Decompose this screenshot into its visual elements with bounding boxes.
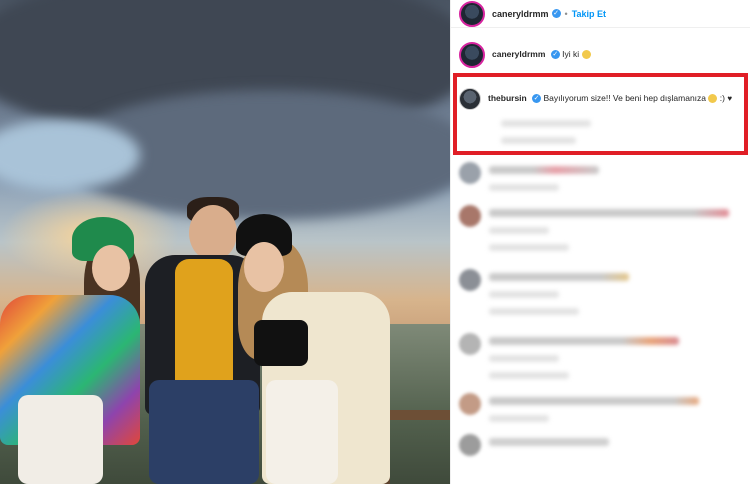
highlight-box	[453, 73, 748, 155]
blurred-avatar	[459, 434, 481, 456]
blurred-comment	[451, 162, 750, 191]
verified-badge-icon: ✓	[550, 50, 560, 60]
smile-emoji-icon	[581, 50, 591, 60]
caption-row: caneryldrmm ✓ Iyi ki	[451, 42, 750, 68]
blurred-line	[489, 227, 549, 234]
caption-text: caneryldrmm ✓ Iyi ki	[492, 48, 591, 60]
blurred-line	[489, 308, 579, 315]
person-right-face	[244, 242, 284, 292]
person-left-pants	[18, 395, 103, 484]
blurred-comment	[451, 393, 750, 422]
post-photo[interactable]	[0, 0, 450, 484]
verified-badge-icon: ✓	[551, 9, 561, 18]
person-right-pants	[266, 380, 338, 484]
blurred-line	[489, 244, 569, 251]
separator-dot: •	[564, 8, 568, 19]
post-header: caneryldrmm ✓ • Takip Et	[451, 0, 750, 28]
blurred-avatar	[459, 205, 481, 227]
blurred-avatar	[459, 333, 481, 355]
caption-username[interactable]: caneryldrmm	[492, 49, 545, 59]
blurred-line	[489, 372, 569, 379]
caption-body: Iyi ki	[562, 49, 580, 59]
blurred-line	[489, 273, 629, 281]
blurred-avatar	[459, 393, 481, 415]
author-username[interactable]: caneryldrmm	[492, 9, 549, 19]
follow-button[interactable]: Takip Et	[572, 9, 606, 19]
blurred-content	[489, 393, 699, 422]
person-middle-face	[189, 205, 237, 261]
blurred-avatar	[459, 162, 481, 184]
blurred-content	[489, 205, 729, 251]
person-right	[232, 210, 392, 484]
blurred-comment	[451, 434, 750, 456]
blurred-line	[489, 209, 729, 217]
blurred-line	[489, 291, 559, 298]
blurred-line	[489, 438, 609, 446]
blurred-line	[489, 355, 559, 362]
person-left-face	[92, 245, 130, 291]
blurred-content	[489, 162, 599, 191]
person-middle-sweater	[175, 259, 233, 384]
blurred-content	[489, 333, 679, 379]
blurred-line	[489, 166, 599, 174]
blurred-content	[489, 269, 629, 315]
person-right-top	[254, 320, 308, 366]
blurred-comment	[451, 205, 750, 251]
blurred-comment	[451, 333, 750, 379]
author-avatar[interactable]	[459, 0, 485, 27]
blurred-line	[489, 337, 679, 345]
blurred-comment	[451, 269, 750, 315]
blurred-avatar	[459, 269, 481, 291]
caption-avatar[interactable]	[459, 42, 485, 68]
person-left	[0, 215, 150, 484]
blurred-line	[489, 184, 559, 191]
blurred-line	[489, 415, 549, 422]
blurred-content	[489, 434, 609, 446]
blurred-line	[489, 397, 699, 405]
